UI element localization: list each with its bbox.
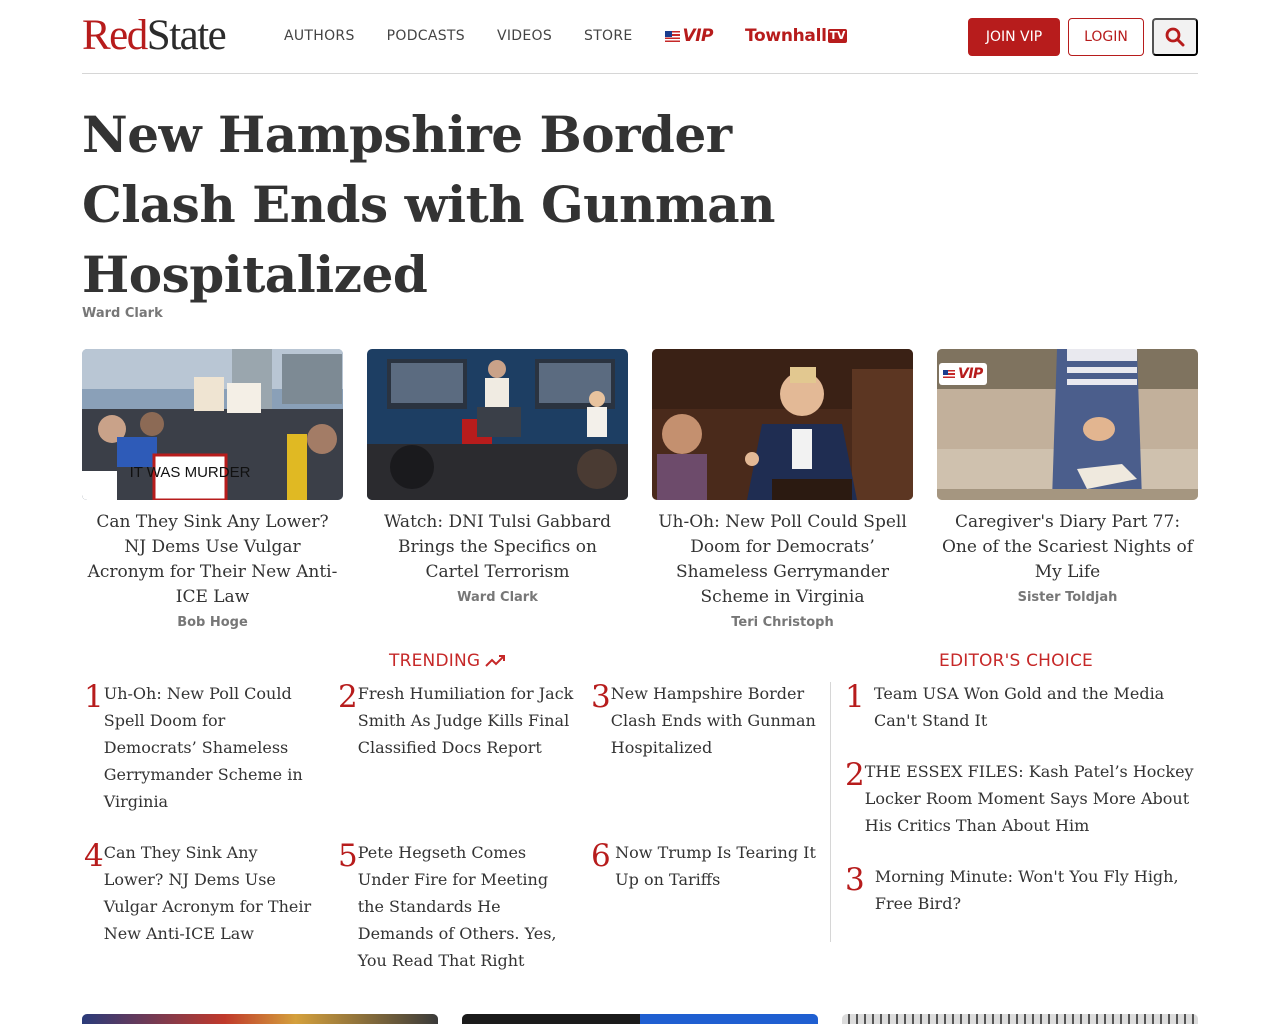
editors-choice-item[interactable]: 1 Team USA Won Gold and the Media Can't …	[843, 680, 1203, 734]
trending-title[interactable]: Now Trump Is Tearing It Up on Tariffs	[615, 839, 824, 893]
card-title[interactable]: Watch: DNI Tulsi Gabbard Brings the Spec…	[367, 510, 628, 585]
townhall-label: Townhall	[745, 26, 827, 46]
column-divider	[830, 682, 831, 942]
trending-title[interactable]: New Hampshire Border Clash Ends with Gun…	[611, 680, 824, 761]
sign-text: IT WAS MURDER	[130, 464, 251, 481]
editors-choice-title[interactable]: Morning Minute: Won't You Fly High, Free…	[875, 863, 1203, 917]
site-logo[interactable]: RedState	[82, 12, 227, 59]
trending-title[interactable]: Fresh Humiliation for Jack Smith As Judg…	[358, 680, 576, 761]
card-author[interactable]: Bob Hoge	[82, 615, 343, 630]
trending-rank: 2	[338, 679, 358, 715]
search-icon	[1165, 27, 1185, 47]
logo-dark-part: State	[146, 12, 227, 59]
bottom-article-image[interactable]	[842, 1014, 1198, 1024]
bottom-article-image[interactable]	[82, 1014, 438, 1024]
main-nav: AUTHORS PODCASTS VIDEOS STORE VIP Townha…	[284, 26, 848, 46]
editors-choice-rank: 1	[845, 679, 865, 715]
site-header: RedState AUTHORS PODCASTS VIDEOS STORE V…	[82, 0, 1198, 74]
tv-badge: TV	[827, 29, 848, 43]
trending-heading-label: TRENDING	[389, 651, 481, 671]
bottom-article-image[interactable]	[462, 1014, 818, 1024]
trending-title[interactable]: Uh-Oh: New Poll Could Spell Doom for Dem…	[104, 680, 322, 815]
nav-store[interactable]: STORE	[584, 27, 633, 45]
trending-item[interactable]: 4 Can They Sink Any Lower? NJ Dems Use V…	[82, 839, 322, 947]
trending-heading: TRENDING	[389, 651, 507, 671]
trending-title[interactable]: Can They Sink Any Lower? NJ Dems Use Vul…	[104, 839, 322, 947]
search-button[interactable]	[1152, 18, 1198, 56]
trending-rank: 4	[84, 838, 104, 874]
nav-vip[interactable]: VIP	[664, 26, 714, 46]
trending-rank: 5	[338, 838, 358, 874]
article-card[interactable]: Watch: DNI Tulsi Gabbard Brings the Spec…	[367, 349, 628, 605]
nav-townhall-tv[interactable]: Townhall TV	[745, 26, 848, 46]
card-title[interactable]: Uh-Oh: New Poll Could Spell Doom for Dem…	[652, 510, 913, 610]
editors-choice-heading: EDITOR'S CHOICE	[939, 651, 1093, 671]
trending-item[interactable]: 1 Uh-Oh: New Poll Could Spell Doom for D…	[82, 680, 322, 815]
trending-item[interactable]: 6 Now Trump Is Tearing It Up on Tariffs	[589, 839, 824, 893]
card-image-protest[interactable]: IT WAS MURDER	[82, 349, 343, 500]
trending-rank: 1	[84, 679, 104, 715]
trending-arrow-icon	[485, 655, 506, 667]
card-image-speaker[interactable]	[652, 349, 913, 500]
article-card[interactable]: Uh-Oh: New Poll Could Spell Doom for Dem…	[652, 349, 913, 630]
card-title[interactable]: Can They Sink Any Lower? NJ Dems Use Vul…	[82, 510, 343, 610]
editors-choice-rank: 2	[845, 757, 865, 793]
editors-choice-item[interactable]: 2 THE ESSEX FILES: Kash Patel’s Hockey L…	[843, 758, 1203, 839]
card-image-praying-hands[interactable]: VIP	[937, 349, 1198, 500]
trending-rank: 3	[591, 679, 611, 715]
nav-podcasts[interactable]: PODCASTS	[387, 27, 465, 45]
hero-author[interactable]: Ward Clark	[82, 306, 163, 321]
card-title[interactable]: Caregiver's Diary Part 77: One of the Sc…	[937, 510, 1198, 585]
vip-label: VIP	[682, 26, 714, 46]
article-card[interactable]: VIP Caregiver's Diary Part 77: One of th…	[937, 349, 1198, 605]
card-author[interactable]: Ward Clark	[367, 590, 628, 605]
trending-item[interactable]: 2 Fresh Humiliation for Jack Smith As Ju…	[336, 680, 576, 761]
editors-choice-title[interactable]: THE ESSEX FILES: Kash Patel’s Hockey Loc…	[865, 758, 1203, 839]
card-author[interactable]: Teri Christoph	[652, 615, 913, 630]
hero-headline[interactable]: New Hampshire Border Clash Ends with Gun…	[82, 100, 842, 310]
editors-choice-rank: 3	[845, 862, 865, 898]
trending-title[interactable]: Pete Hegseth Comes Under Fire for Meetin…	[358, 839, 576, 974]
join-vip-button[interactable]: JOIN VIP	[968, 18, 1060, 56]
article-card[interactable]: IT WAS MURDER Can They Sink Any Lower? N…	[82, 349, 343, 630]
editors-choice-item[interactable]: 3 Morning Minute: Won't You Fly High, Fr…	[843, 863, 1203, 917]
nav-videos[interactable]: VIDEOS	[497, 27, 552, 45]
trending-rank: 6	[591, 838, 611, 874]
vip-badge-label: VIP	[958, 366, 983, 382]
us-flag-icon	[943, 369, 955, 379]
card-image-briefing[interactable]	[367, 349, 628, 500]
us-flag-icon	[664, 30, 680, 42]
vip-badge: VIP	[939, 363, 987, 385]
card-author[interactable]: Sister Toldjah	[937, 590, 1198, 605]
logo-red-part: Red	[82, 12, 148, 59]
nav-authors[interactable]: AUTHORS	[284, 27, 355, 45]
trending-item[interactable]: 5 Pete Hegseth Comes Under Fire for Meet…	[336, 839, 576, 974]
trending-item[interactable]: 3 New Hampshire Border Clash Ends with G…	[589, 680, 824, 761]
editors-choice-title[interactable]: Team USA Won Gold and the Media Can't St…	[874, 680, 1203, 734]
login-button[interactable]: LOGIN	[1068, 18, 1144, 56]
